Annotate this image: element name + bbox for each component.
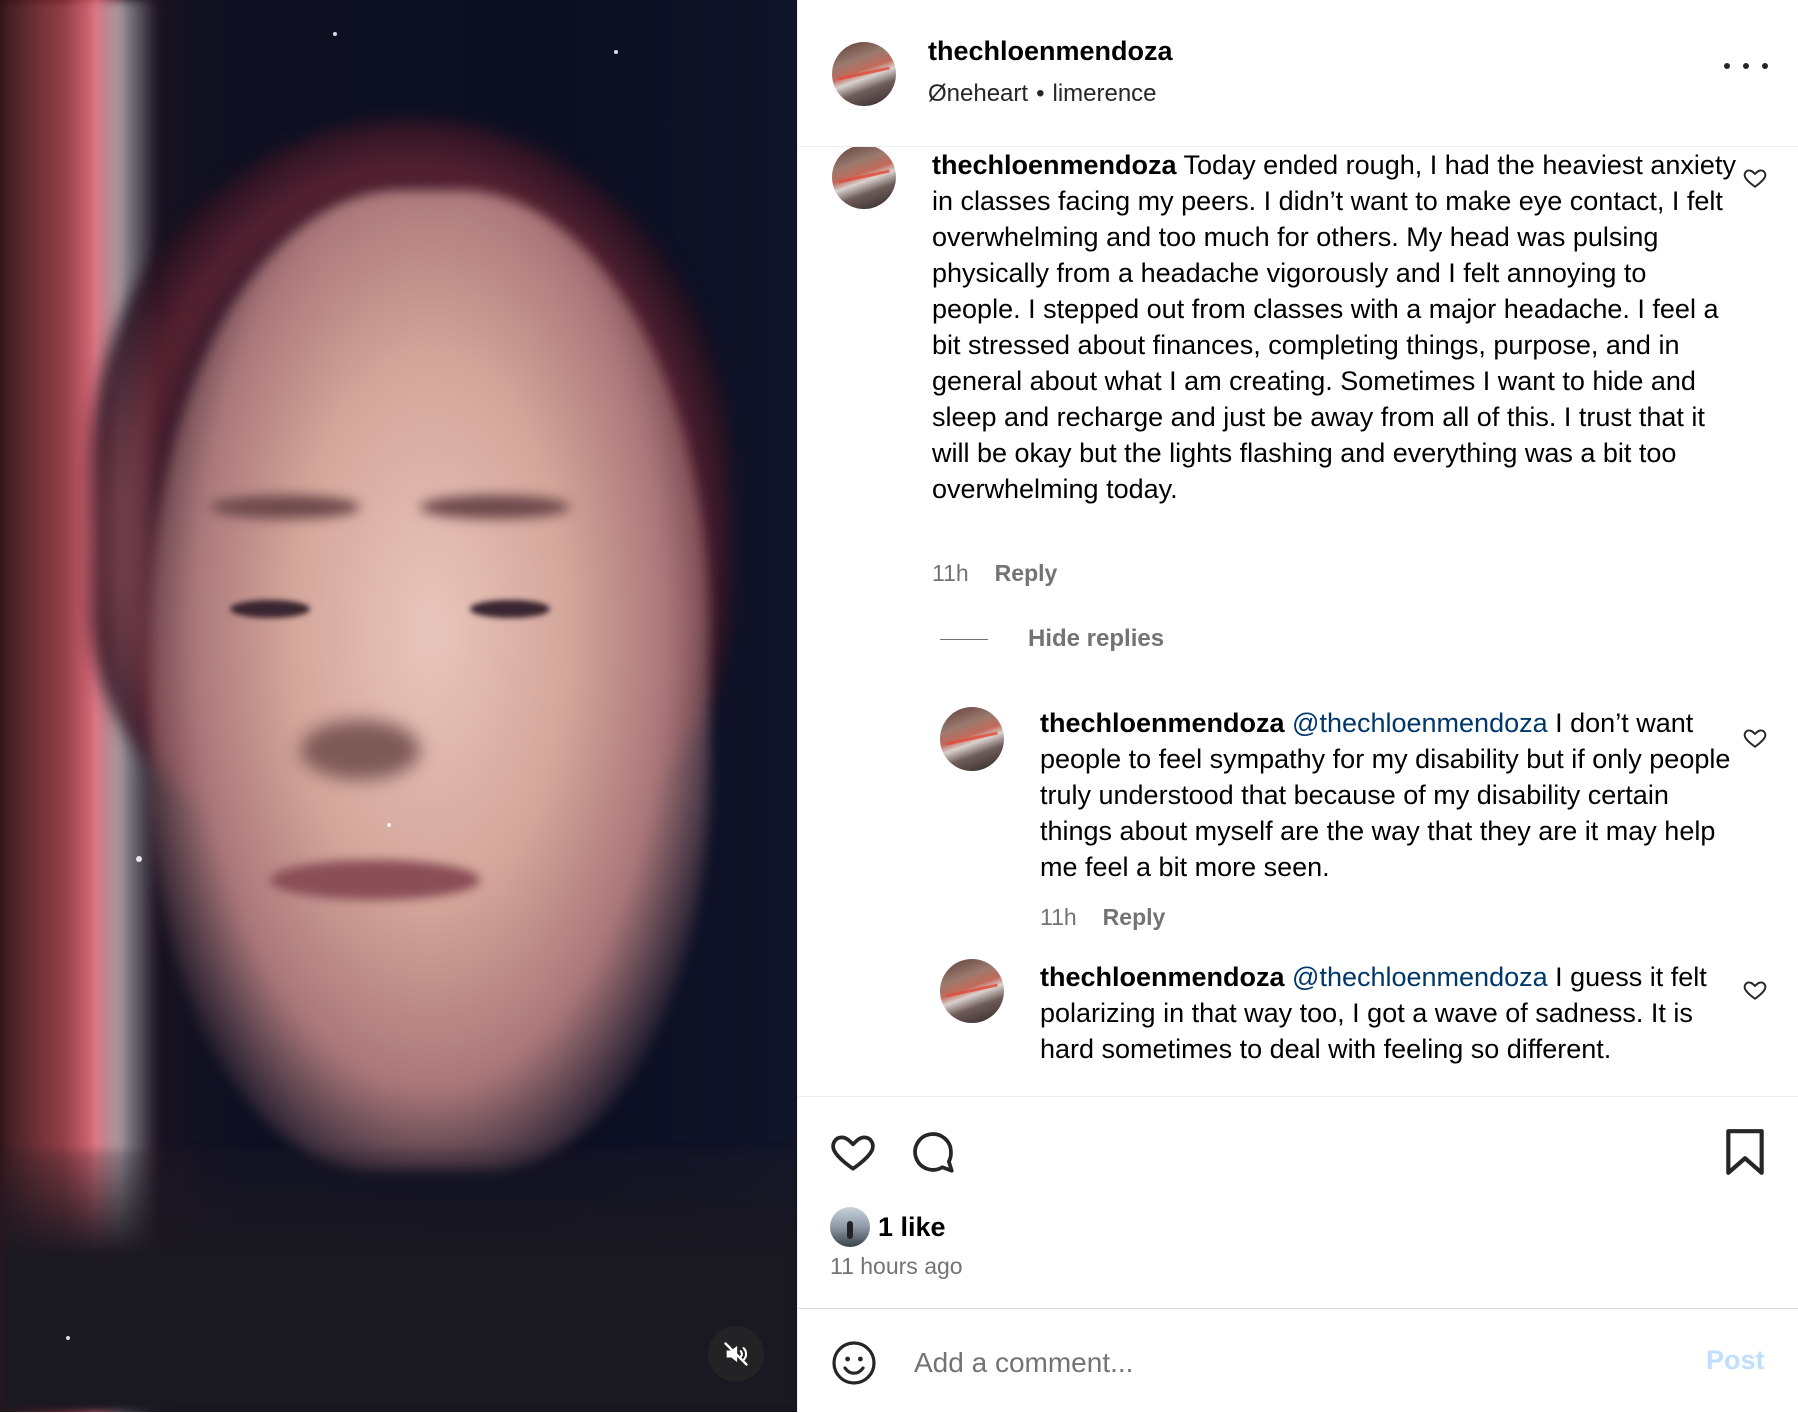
video-shirt [0, 1150, 797, 1412]
reply-comment: thechloenmendoza @thechloenmendoza I don… [1040, 705, 1745, 885]
video-eye-right [470, 600, 550, 618]
sparkle [333, 32, 337, 36]
sparkle [66, 1336, 70, 1340]
caption-comment: thechloenmendoza Today ended rough, I ha… [932, 147, 1742, 507]
heart-icon[interactable] [1742, 977, 1768, 1003]
post-actions: 1 like 11 hours ago [798, 1096, 1798, 1307]
divider [940, 638, 988, 640]
comment-username[interactable]: thechloenmendoza [1040, 708, 1285, 738]
comment-input[interactable] [912, 1339, 1656, 1387]
comment-bubble-icon[interactable] [908, 1127, 958, 1177]
likes-count[interactable]: 1 like [878, 1212, 946, 1243]
post-header: thechloenmendoza Øneheart • limerence [798, 0, 1798, 147]
header-username[interactable]: thechloenmendoza [928, 36, 1173, 67]
reply-comment: thechloenmendoza @thechloenmendoza I gue… [1040, 959, 1745, 1067]
video-brow-right [420, 495, 570, 519]
avatar[interactable] [832, 147, 896, 209]
comment-composer: Post [798, 1308, 1798, 1413]
mute-button[interactable] [708, 1326, 764, 1382]
reply-button[interactable]: Reply [995, 560, 1058, 586]
sparkle [136, 856, 142, 862]
comment-time: 11h [932, 560, 969, 586]
reply-button[interactable]: Reply [1103, 904, 1166, 930]
hide-replies-label[interactable]: Hide replies [1028, 625, 1164, 653]
audio-track[interactable]: limerence [1052, 80, 1156, 107]
audio-artist[interactable]: Øneheart [928, 80, 1028, 107]
comment-meta: 11h Reply [932, 560, 1057, 587]
mention-link[interactable]: @thechloenmendoza [1292, 962, 1548, 992]
audio-separator: • [1036, 80, 1045, 107]
post-button[interactable]: Post [1706, 1345, 1765, 1376]
heart-icon[interactable] [1742, 165, 1768, 191]
likes-summary[interactable]: 1 like [830, 1207, 946, 1247]
audio-info[interactable]: Øneheart • limerence [928, 80, 1157, 108]
sparkle [614, 50, 618, 54]
comment-time: 11h [1040, 904, 1077, 930]
sparkle [387, 823, 391, 827]
post-side-panel: thechloenmendoza Øneheart • limerence thec… [797, 0, 1798, 1412]
hide-replies-button[interactable]: Hide replies [940, 625, 1164, 653]
avatar[interactable] [940, 959, 1004, 1023]
comment-username[interactable]: thechloenmendoza [1040, 962, 1285, 992]
comment-meta: 11h Reply [1040, 904, 1165, 931]
avatar[interactable] [832, 42, 896, 106]
video-eye-left [230, 600, 310, 618]
post-timestamp[interactable]: 11 hours ago [830, 1253, 963, 1280]
comments-list[interactable]: thechloenmendoza Today ended rough, I ha… [798, 147, 1798, 1095]
video-mouth [270, 860, 480, 900]
heart-icon[interactable] [828, 1127, 878, 1177]
comment-text: Today ended rough, I had the heaviest an… [932, 150, 1736, 504]
avatar[interactable] [940, 707, 1004, 771]
comment-username[interactable]: thechloenmendoza [932, 150, 1177, 180]
video-brow-left [210, 495, 360, 519]
video-face [150, 190, 710, 1170]
video-nose [300, 720, 420, 780]
more-options-icon[interactable] [1724, 56, 1768, 76]
emoji-icon[interactable] [830, 1339, 878, 1387]
speaker-muted-icon [724, 1342, 748, 1366]
post-video[interactable] [0, 0, 797, 1412]
mention-link[interactable]: @thechloenmendoza [1292, 708, 1548, 738]
liker-avatar[interactable] [830, 1207, 870, 1247]
heart-icon[interactable] [1742, 725, 1768, 751]
bookmark-icon[interactable] [1722, 1127, 1768, 1177]
